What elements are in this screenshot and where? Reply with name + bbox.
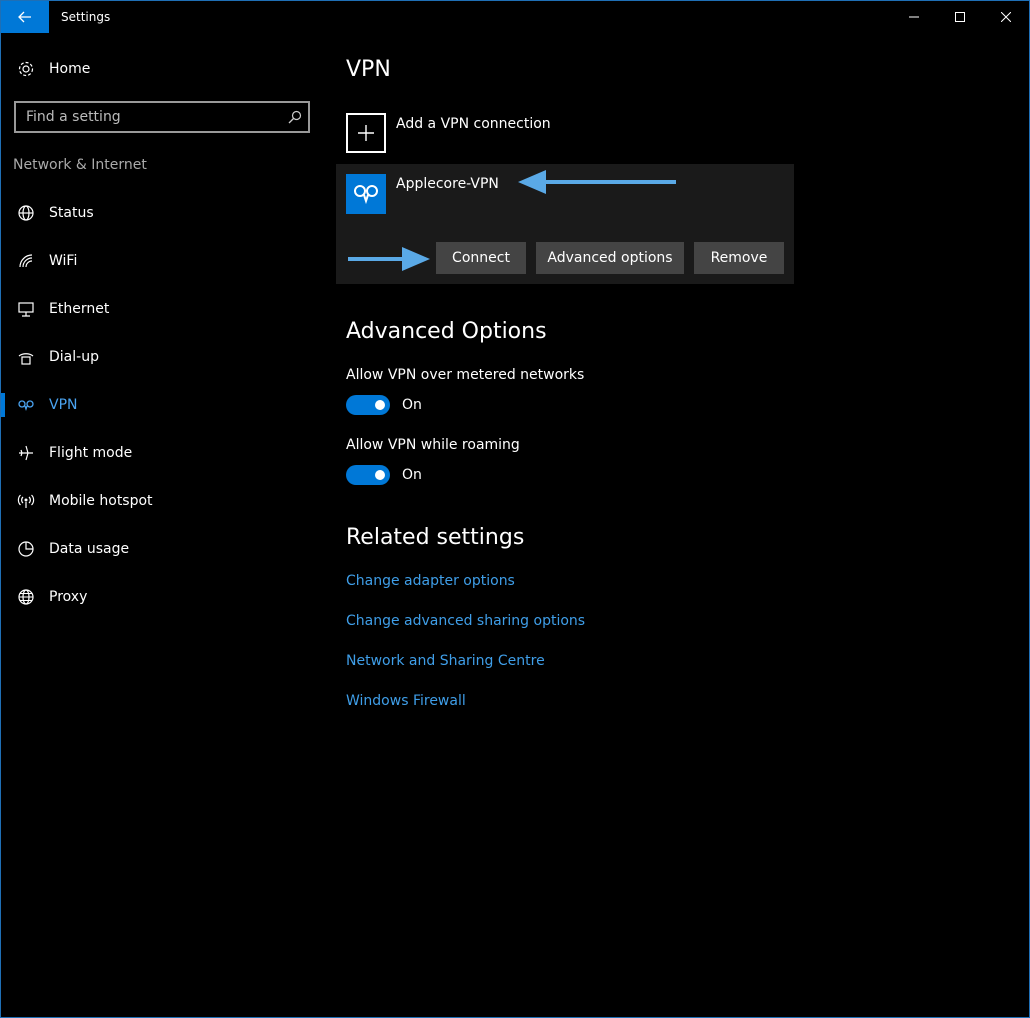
connect-button[interactable]: Connect	[436, 242, 526, 274]
roaming-label: Allow VPN while roaming	[346, 437, 520, 453]
sidebar-item-proxy[interactable]: Proxy	[1, 573, 323, 621]
search-input[interactable]	[26, 108, 276, 126]
sidebar-item-label: Proxy	[49, 589, 88, 605]
section-label: Network & Internet	[13, 157, 147, 173]
toggle-knob	[375, 400, 385, 410]
advanced-options-heading: Advanced Options	[346, 319, 547, 344]
add-icon-box	[346, 113, 386, 153]
sidebar-item-data-usage[interactable]: Data usage	[1, 525, 323, 573]
remove-button[interactable]: Remove	[694, 242, 784, 274]
airplane-icon	[17, 444, 35, 462]
minimize-button[interactable]	[891, 1, 937, 33]
sidebar-item-label: Status	[49, 205, 94, 221]
sidebar-item-home[interactable]: Home	[1, 55, 323, 83]
sidebar-item-ethernet[interactable]: Ethernet	[1, 285, 323, 333]
roaming-toggle-state: On	[402, 467, 422, 483]
pie-chart-icon	[17, 540, 35, 558]
window-title: Settings	[61, 10, 111, 24]
change-adapter-options-link[interactable]: Change adapter options	[346, 573, 515, 589]
add-vpn-connection[interactable]: Add a VPN connection	[346, 113, 646, 155]
globe-icon	[17, 588, 35, 606]
search-box	[14, 101, 310, 133]
metered-toggle-state: On	[402, 397, 422, 413]
sidebar-item-label: Data usage	[49, 541, 130, 557]
windows-firewall-link[interactable]: Windows Firewall	[346, 693, 466, 709]
sidebar-item-label: WiFi	[49, 253, 78, 269]
ethernet-icon	[17, 300, 35, 318]
sidebar-item-dialup[interactable]: Dial-up	[1, 333, 323, 381]
title-bar: Settings	[1, 1, 1029, 33]
sidebar-item-label: Home	[49, 61, 91, 77]
vpn-connection-name: Applecore-VPN	[396, 176, 499, 192]
dialup-icon	[17, 348, 35, 366]
maximize-button[interactable]	[937, 1, 983, 33]
sidebar-item-label: Ethernet	[49, 301, 110, 317]
close-button[interactable]	[983, 1, 1029, 33]
globe-icon	[17, 204, 35, 222]
sidebar: Home Network & Internet Status WiFi	[1, 33, 323, 1017]
sidebar-item-label: Flight mode	[49, 445, 133, 461]
hotspot-icon	[17, 492, 35, 510]
network-sharing-centre-link[interactable]: Network and Sharing Centre	[346, 653, 545, 669]
metered-label: Allow VPN over metered networks	[346, 367, 585, 383]
close-icon	[1001, 12, 1011, 22]
back-button[interactable]	[1, 1, 49, 33]
vpn-icon	[17, 396, 35, 414]
settings-window: Settings Home Find a setting Network & I…	[0, 0, 1030, 1018]
annotation-arrow-left	[518, 170, 676, 194]
vpn-connection-icon	[346, 174, 386, 214]
related-settings-heading: Related settings	[346, 525, 525, 550]
minimize-icon	[909, 16, 919, 18]
sidebar-item-flight-mode[interactable]: Flight mode	[1, 429, 323, 477]
gear-icon	[17, 60, 35, 78]
back-arrow-icon	[18, 11, 31, 23]
maximize-icon	[955, 12, 965, 22]
toggle-knob	[375, 470, 385, 480]
sidebar-item-label: Dial-up	[49, 349, 99, 365]
change-advanced-sharing-link[interactable]: Change advanced sharing options	[346, 613, 585, 629]
plus-icon	[358, 125, 374, 141]
sidebar-item-wifi[interactable]: WiFi	[1, 237, 323, 285]
nav-list: Status WiFi Ethernet Dial-up VPN Flight …	[1, 189, 323, 621]
sidebar-item-vpn[interactable]: VPN	[1, 381, 323, 429]
advanced-options-button[interactable]: Advanced options	[536, 242, 684, 274]
main-content: VPN Add a VPN connection Applecore-VPN C…	[336, 33, 1026, 1017]
sidebar-item-status[interactable]: Status	[1, 189, 323, 237]
sidebar-item-label: Mobile hotspot	[49, 493, 153, 509]
page-title: VPN	[346, 57, 391, 82]
add-vpn-label: Add a VPN connection	[396, 116, 551, 132]
annotation-arrow-right	[348, 247, 430, 271]
wifi-icon	[17, 252, 35, 270]
sidebar-item-mobile-hotspot[interactable]: Mobile hotspot	[1, 477, 323, 525]
metered-toggle[interactable]	[346, 395, 390, 415]
search-icon[interactable]	[288, 110, 302, 124]
sidebar-item-label: VPN	[49, 397, 78, 413]
active-indicator	[1, 393, 5, 417]
roaming-toggle[interactable]	[346, 465, 390, 485]
